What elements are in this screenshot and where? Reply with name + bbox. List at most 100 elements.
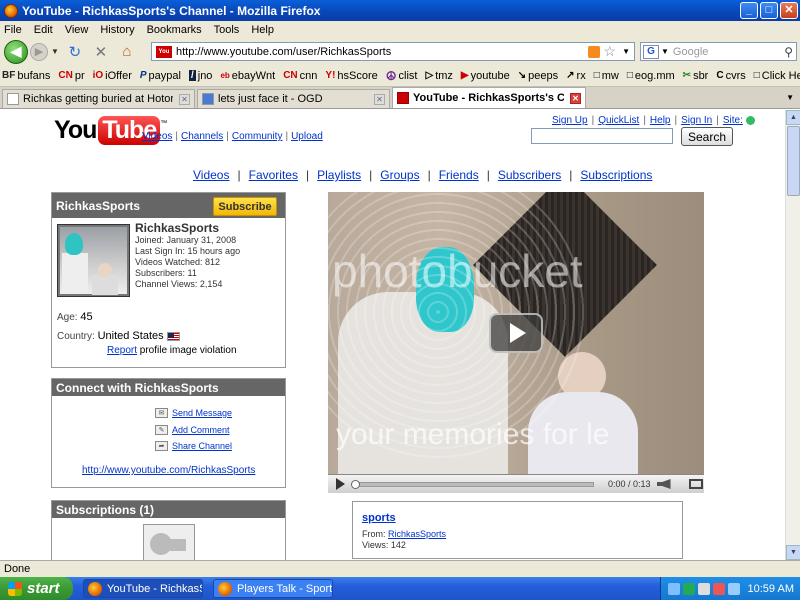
bookmark-rx[interactable]: ↗ rx: [566, 70, 586, 82]
google-engine-icon[interactable]: G: [643, 44, 659, 59]
bookmark-clist[interactable]: ☮ clist: [386, 69, 418, 83]
add-comment-item[interactable]: ✎ Add Comment: [155, 425, 230, 435]
tray-icon[interactable]: [697, 582, 710, 595]
bookmark-cvrs[interactable]: Ccvrs: [716, 70, 745, 82]
link-community[interactable]: Community: [232, 131, 283, 142]
video-player[interactable]: photobucket your memories for le 0:00 / …: [328, 192, 704, 493]
bookmark-star-icon[interactable]: ☆: [604, 43, 617, 60]
history-dropdown-icon[interactable]: ▼: [51, 47, 59, 56]
send-message-link[interactable]: Send Message: [172, 408, 232, 418]
tray-icon[interactable]: [727, 582, 740, 595]
scroll-thumb[interactable]: [787, 126, 800, 196]
share-channel-item[interactable]: ➦ Share Channel: [155, 441, 232, 451]
page-scrollbar[interactable]: ▲ ▼: [785, 110, 800, 560]
send-message-item[interactable]: ✉ Send Message: [155, 408, 232, 418]
tab-youtube-channel[interactable]: YouTube - RichkasSports's Channel ✕: [392, 87, 586, 108]
url-dropdown-icon[interactable]: ▼: [622, 47, 630, 56]
forward-button[interactable]: ▶: [30, 42, 48, 61]
search-engine-dropdown-icon[interactable]: ▼: [661, 47, 669, 56]
maximize-button[interactable]: □: [760, 2, 778, 19]
menu-edit[interactable]: Edit: [34, 24, 53, 36]
tray-icon[interactable]: [682, 582, 695, 595]
bookmark-cnn[interactable]: CN cnn: [283, 70, 317, 82]
subscription-thumbnail[interactable]: [143, 524, 195, 560]
link-sign-up[interactable]: Sign Up: [552, 115, 588, 126]
home-button[interactable]: ⌂: [117, 42, 137, 62]
channel-nav-playlists[interactable]: Playlists: [317, 168, 361, 182]
bookmark-bufans[interactable]: BF bufans: [2, 70, 50, 82]
rss-feed-icon[interactable]: [587, 45, 600, 58]
close-tab-icon[interactable]: ✕: [570, 92, 581, 104]
link-channels[interactable]: Channels: [181, 131, 223, 142]
taskbar-item-youtube[interactable]: YouTube - RichkasSp...: [83, 579, 203, 598]
bookmark-mw[interactable]: □ mw: [594, 70, 619, 82]
channel-nav-subscribers[interactable]: Subscribers: [498, 168, 561, 182]
bookmark-peeps[interactable]: ↘ peeps: [518, 70, 558, 82]
menu-file[interactable]: File: [4, 24, 22, 36]
menu-bookmarks[interactable]: Bookmarks: [147, 24, 202, 36]
video-frame[interactable]: photobucket your memories for le: [328, 192, 704, 482]
stop-button[interactable]: ✕: [91, 42, 111, 62]
web-search-placeholder[interactable]: Google: [673, 46, 784, 58]
bookmark-pr[interactable]: CN pr: [58, 70, 84, 82]
menu-history[interactable]: History: [100, 24, 134, 36]
channel-nav-groups[interactable]: Groups: [380, 168, 419, 182]
globe-icon[interactable]: [745, 115, 755, 125]
bookmark-paypal[interactable]: Ppaypal: [140, 70, 181, 82]
reload-button[interactable]: ↻: [65, 42, 85, 62]
link-videos[interactable]: Videos: [142, 131, 172, 142]
channel-url-link[interactable]: http://www.youtube.com/RichkasSports: [82, 465, 255, 476]
tray-icon[interactable]: [667, 582, 680, 595]
video-from-user-link[interactable]: RichkasSports: [388, 529, 446, 539]
scroll-down-icon[interactable]: ▼: [786, 545, 800, 560]
bookmark-hsscore[interactable]: Y! hsScore: [325, 70, 377, 82]
report-link[interactable]: Report: [107, 345, 137, 356]
channel-nav-favorites[interactable]: Favorites: [249, 168, 298, 182]
yt-search-input[interactable]: [531, 128, 673, 144]
seek-bar[interactable]: [358, 481, 594, 487]
share-channel-link[interactable]: Share Channel: [172, 441, 232, 451]
url-text[interactable]: http://www.youtube.com/user/RichkasSport…: [176, 46, 588, 58]
subscribe-button[interactable]: Subscribe: [213, 197, 277, 216]
play-button[interactable]: [336, 478, 345, 490]
big-play-button[interactable]: [489, 313, 543, 353]
link-help[interactable]: Help: [650, 115, 671, 126]
start-button[interactable]: start: [0, 577, 73, 600]
tab-hotornot[interactable]: Richkas getting buried at HotorNot.com..…: [2, 89, 195, 108]
channel-nav-subscriptions[interactable]: Subscriptions: [580, 168, 652, 182]
link-sign-in[interactable]: Sign In: [681, 115, 712, 126]
scroll-up-icon[interactable]: ▲: [786, 110, 800, 125]
menu-help[interactable]: Help: [251, 24, 274, 36]
tab-list-dropdown-icon[interactable]: ▼: [786, 93, 794, 102]
close-tab-icon[interactable]: ✕: [374, 93, 385, 105]
tray-icon[interactable]: [712, 582, 725, 595]
fullscreen-icon[interactable]: [688, 479, 703, 489]
bookmark-youtube[interactable]: ▶ youtube: [461, 70, 510, 82]
close-tab-icon[interactable]: ✕: [179, 93, 190, 105]
yt-search-button[interactable]: Search: [681, 127, 733, 146]
minimize-button[interactable]: _: [740, 2, 758, 19]
channel-nav-videos[interactable]: Videos: [193, 168, 229, 182]
bookmark-ebaywnt[interactable]: eb ebayWnt: [220, 70, 275, 82]
link-site[interactable]: Site:: [723, 115, 743, 126]
url-bar[interactable]: You http://www.youtube.com/user/RichkasS…: [151, 42, 635, 61]
close-window-button[interactable]: ✕: [780, 2, 798, 19]
back-button[interactable]: ◀: [4, 39, 28, 64]
taskbar-item-players-talk[interactable]: Players Talk - Sports ...: [213, 579, 333, 598]
video-title-link[interactable]: sports: [362, 512, 396, 524]
volume-icon[interactable]: [656, 479, 671, 489]
channel-nav-friends[interactable]: Friends: [439, 168, 479, 182]
bookmark-click-here[interactable]: □Click Here: [754, 70, 800, 82]
bookmark-jno[interactable]: / jno: [188, 70, 212, 82]
link-quicklist[interactable]: QuickList: [598, 115, 639, 126]
link-upload[interactable]: Upload: [291, 131, 323, 142]
avatar[interactable]: [57, 224, 130, 297]
add-comment-link[interactable]: Add Comment: [172, 425, 230, 435]
menu-tools[interactable]: Tools: [214, 24, 240, 36]
bookmark-tmz[interactable]: ▷ tmz: [425, 70, 452, 82]
menu-view[interactable]: View: [65, 24, 89, 36]
bookmark-ioffer[interactable]: iO iOffer: [93, 70, 132, 82]
web-search-box[interactable]: G ▼ Google ⚲: [640, 42, 797, 61]
tab-ogd[interactable]: lets just face it - OGD ✕: [197, 89, 390, 108]
seek-handle[interactable]: [351, 479, 360, 489]
